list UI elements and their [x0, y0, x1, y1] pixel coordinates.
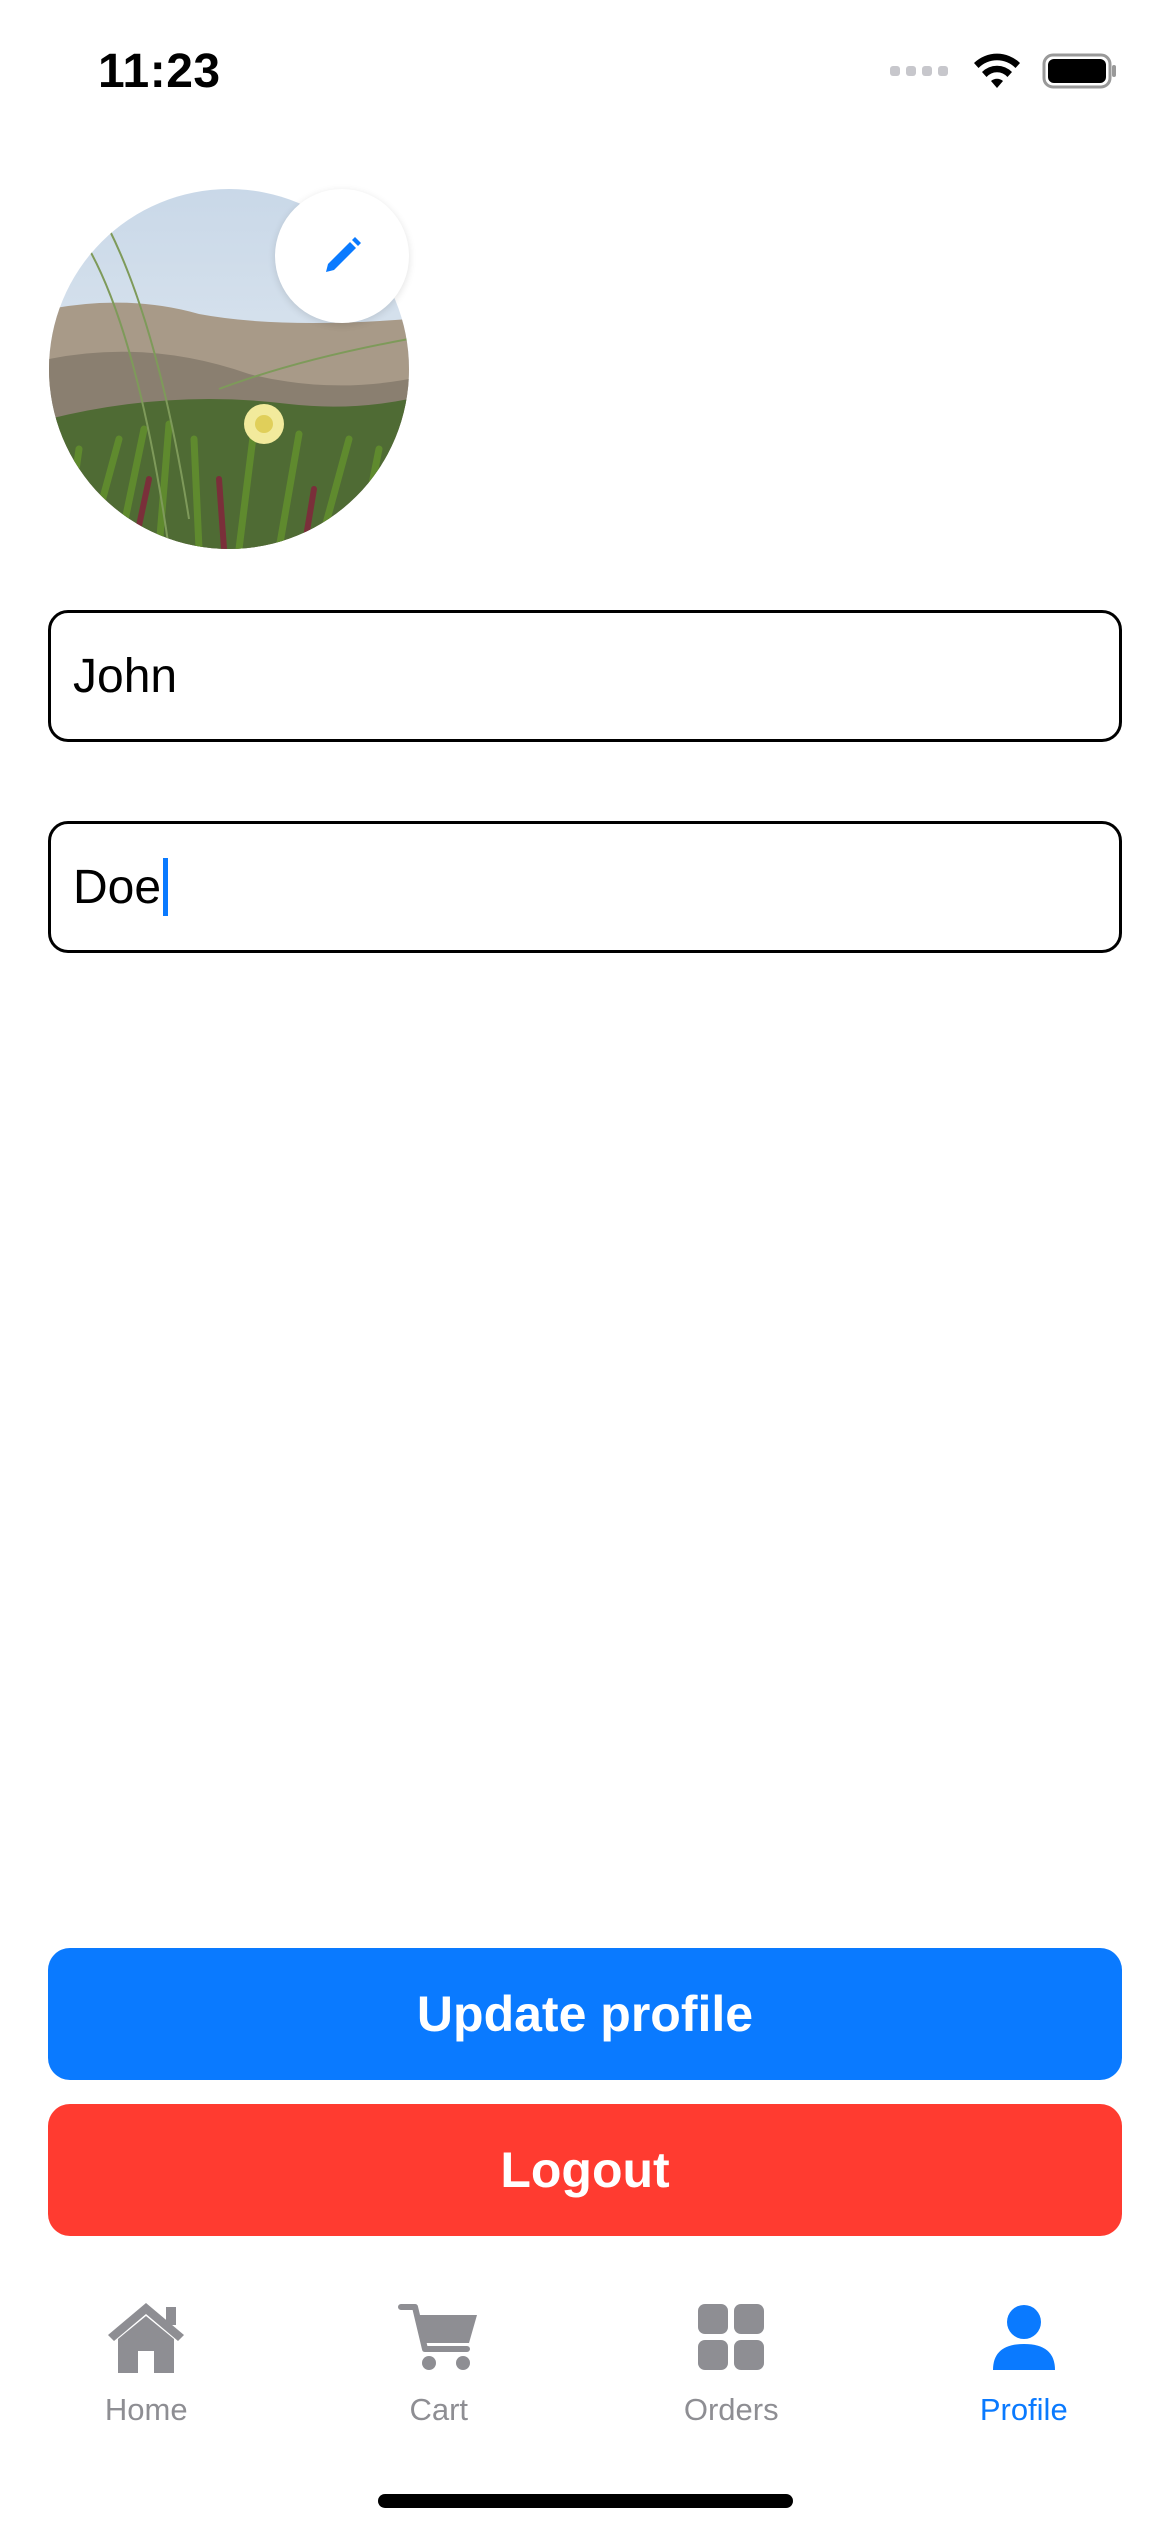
cart-icon: [397, 2292, 481, 2382]
last-name-field[interactable]: Doe: [48, 821, 1122, 953]
status-time: 11:23: [98, 45, 221, 98]
first-name-field[interactable]: John: [48, 610, 1122, 742]
tab-bar: Home Cart Orders Profile: [0, 2290, 1170, 2450]
tab-cart[interactable]: Cart: [293, 2290, 586, 2450]
text-caret: [163, 858, 169, 916]
tab-label: Profile: [979, 2392, 1068, 2427]
home-icon: [104, 2292, 188, 2382]
status-icons: [890, 52, 1118, 90]
battery-icon: [1042, 53, 1116, 89]
tab-label: Orders: [683, 2392, 779, 2427]
update-profile-button[interactable]: Update profile: [48, 1948, 1122, 2080]
last-name-value: Doe: [73, 860, 162, 914]
avatar-container: [49, 189, 409, 549]
tab-label: Home: [104, 2392, 188, 2427]
cellular-signal-icon: [890, 66, 948, 76]
pencil-icon: [326, 237, 361, 272]
tab-home[interactable]: Home: [0, 2290, 293, 2450]
wifi-icon: [974, 53, 1020, 88]
tab-profile[interactable]: Profile: [878, 2290, 1170, 2450]
edit-avatar-button[interactable]: [275, 189, 409, 323]
tab-label: Cart: [409, 2392, 469, 2427]
person-icon: [989, 2292, 1059, 2382]
logout-button[interactable]: Logout: [48, 2104, 1122, 2236]
tab-orders[interactable]: Orders: [585, 2290, 878, 2450]
profile-screen: 11:23 John Doe Update profile Logout Hom…: [0, 0, 1170, 2532]
status-bar: 11:23: [0, 0, 1170, 150]
home-indicator: [378, 2494, 793, 2508]
first-name-value: John: [73, 649, 178, 703]
grid-icon: [696, 2292, 766, 2382]
